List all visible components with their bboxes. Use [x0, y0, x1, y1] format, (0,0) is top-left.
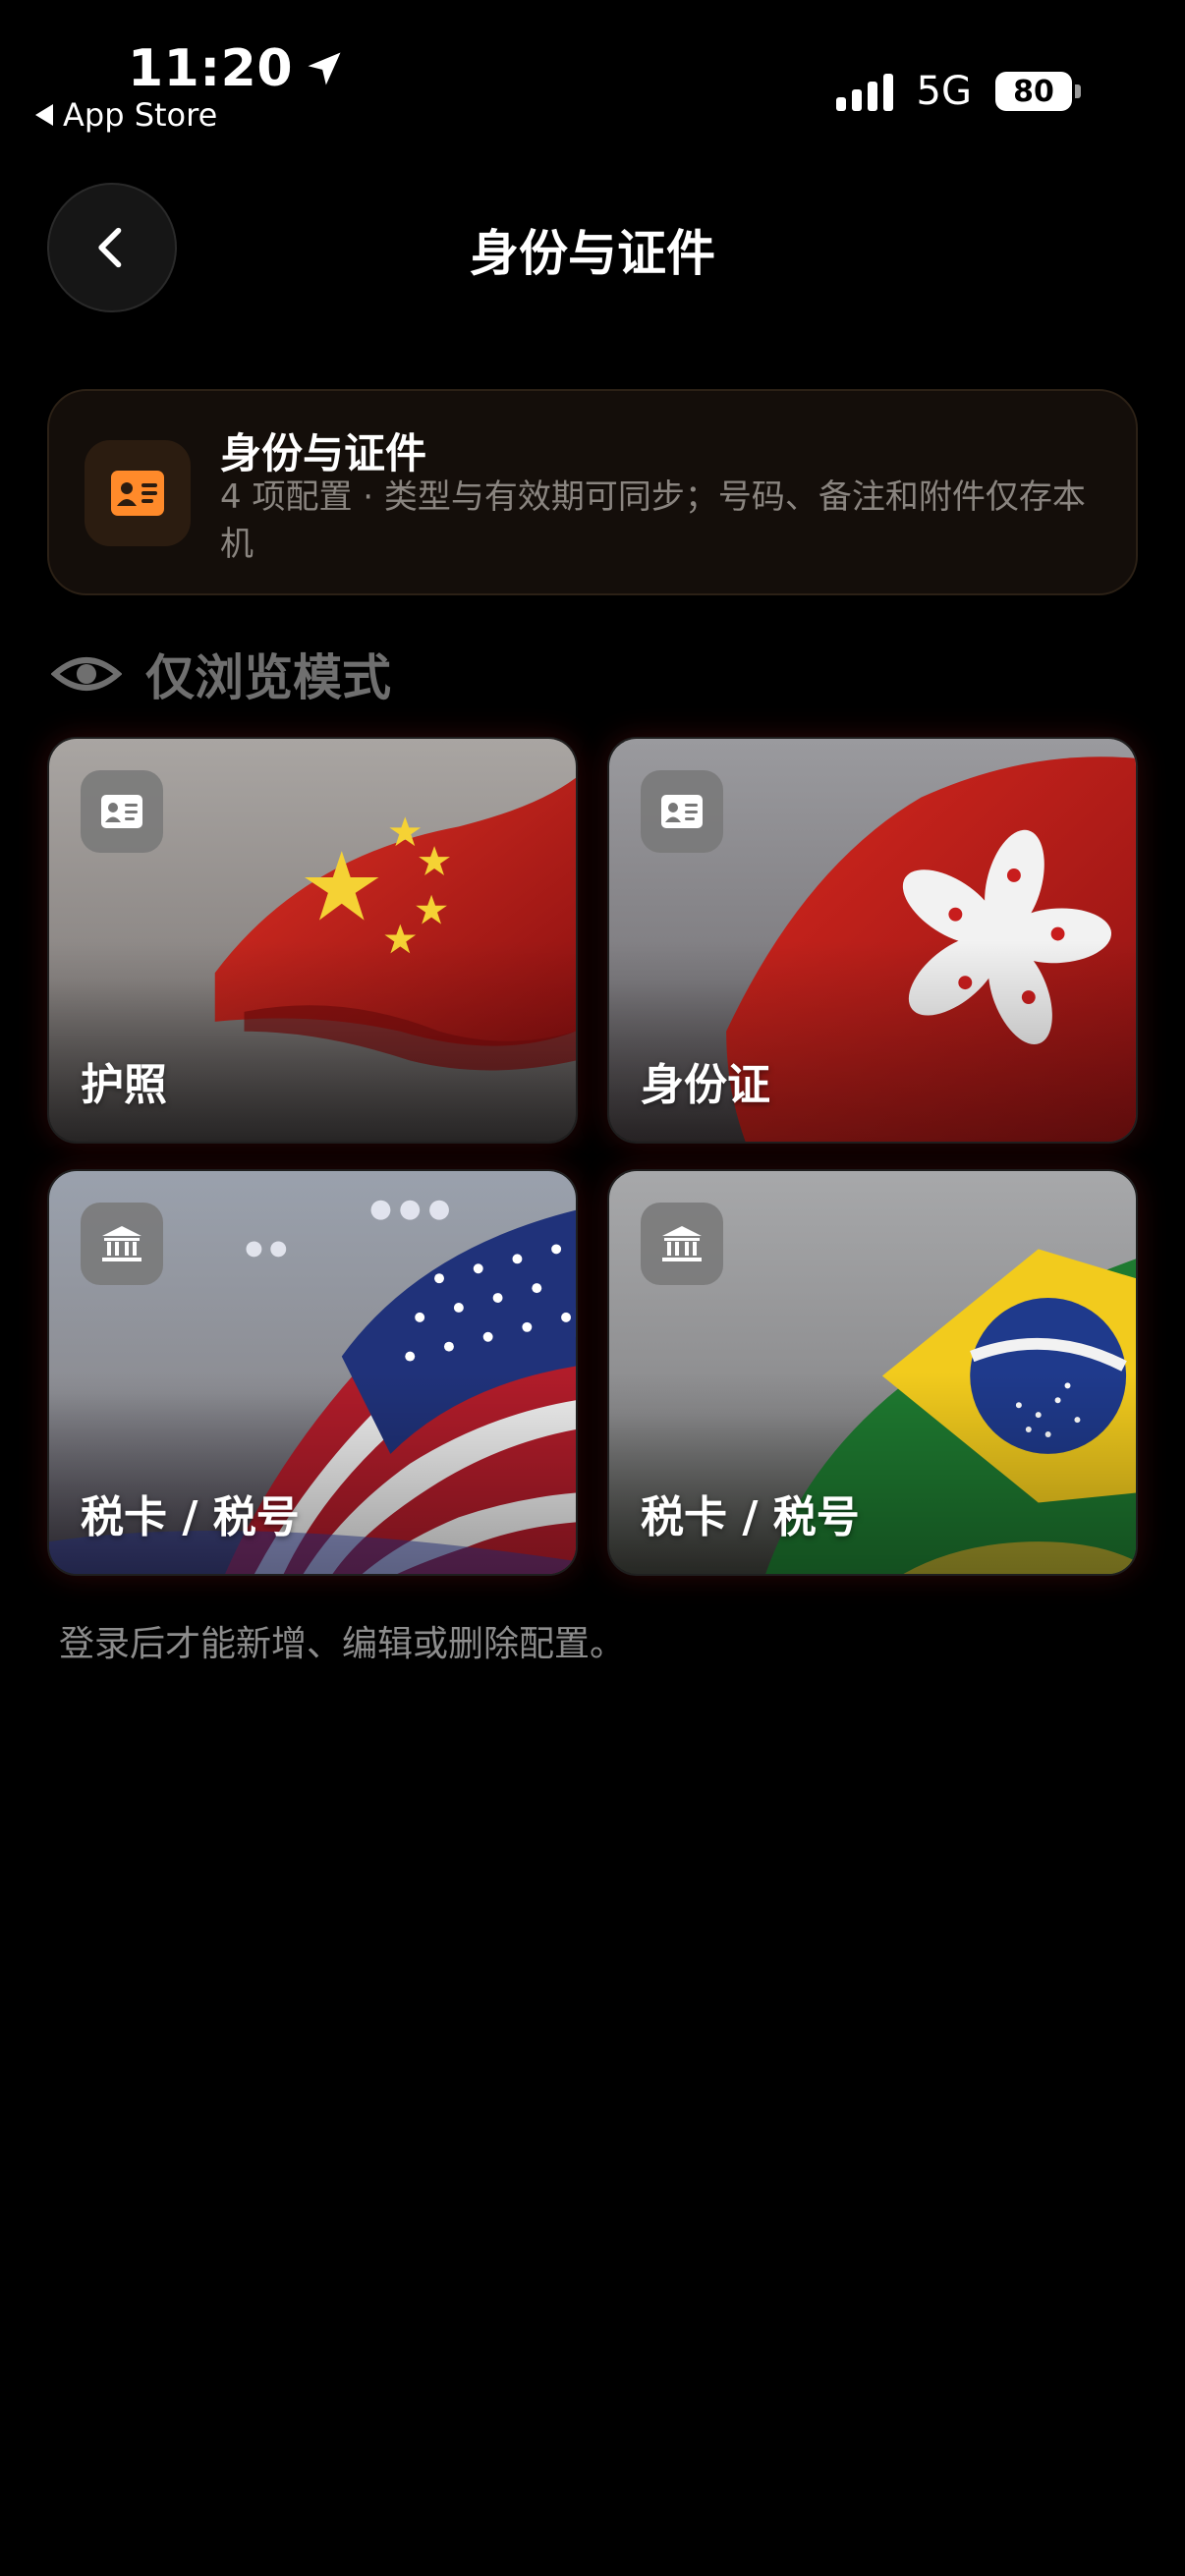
back-app-label: App Store [63, 96, 218, 134]
status-time: 11:20 [128, 39, 346, 98]
card-label: 税卡 / 税号 [81, 1492, 300, 1542]
document-card-passport[interactable]: 护照 [47, 737, 578, 1144]
summary-description: 4 项配置 · 类型与有效期可同步；号码、备注和附件仅存本机 [220, 477, 1086, 564]
id-card-icon [81, 770, 163, 853]
network-label: 5G [916, 69, 972, 114]
bank-icon [641, 1203, 723, 1285]
id-card-icon [85, 440, 191, 546]
summary-title: 身份与证件 [220, 429, 427, 477]
document-card-tax-br[interactable]: 税卡 / 税号 [607, 1169, 1138, 1576]
login-hint: 登录后才能新增、编辑或删除配置。 [59, 1624, 626, 1664]
page-title: 身份与证件 [470, 225, 715, 282]
eye-icon [51, 657, 122, 691]
back-triangle-icon [35, 104, 53, 126]
id-card-icon [641, 770, 723, 853]
card-label: 身份证 [641, 1060, 770, 1110]
bank-icon [81, 1203, 163, 1285]
location-arrow-icon [308, 52, 341, 85]
document-card-tax-us[interactable]: 税卡 / 税号 [47, 1169, 578, 1576]
status-indicators: 5G 80 [835, 69, 1081, 114]
document-card-id-card[interactable]: 身份证 [607, 737, 1138, 1144]
browse-mode-label: 仅浏览模式 [145, 649, 391, 706]
card-label: 护照 [81, 1060, 167, 1110]
browse-mode-indicator: 仅浏览模式 [51, 639, 391, 709]
back-to-app-link[interactable]: App Store [35, 96, 217, 134]
card-label: 税卡 / 税号 [641, 1492, 860, 1542]
time-text: 11:20 [128, 39, 294, 98]
summary-card: 身份与证件 4 项配置 · 类型与有效期可同步；号码、备注和附件仅存本机 [47, 389, 1138, 595]
signal-icon [835, 72, 893, 111]
battery-icon: 80 [995, 72, 1081, 111]
battery-level: 80 [995, 72, 1072, 111]
